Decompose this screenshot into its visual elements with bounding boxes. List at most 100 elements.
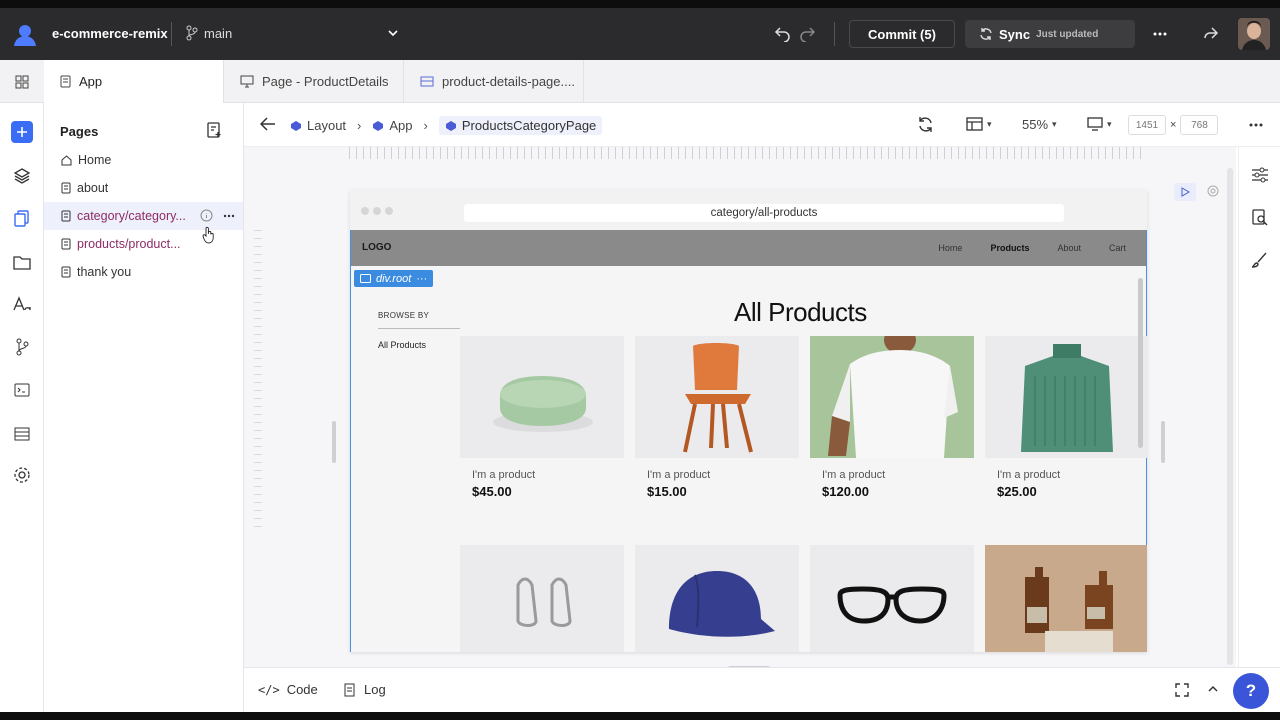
product-image[interactable] <box>985 336 1147 458</box>
site-logo[interactable]: LOGO <box>362 242 391 253</box>
url-bar[interactable]: category/all-products <box>464 204 1064 222</box>
page-heading: All Products <box>734 297 867 327</box>
canvas-header: Layout › App › ProductsCategoryPage ▾ 55… <box>244 103 1280 147</box>
inspect-icon[interactable] <box>1251 209 1269 227</box>
nav-link-about[interactable]: About <box>1057 243 1081 253</box>
typography-icon[interactable] <box>11 293 33 315</box>
branch-icon <box>186 25 198 41</box>
preview-scrollbar[interactable] <box>1138 278 1143 448</box>
redo-icon[interactable] <box>798 24 816 42</box>
nav-link-cart[interactable]: Cart <box>1109 243 1126 253</box>
more-options-icon[interactable] <box>1248 119 1264 131</box>
zoom-dropdown[interactable]: 55% ▾ <box>1022 117 1057 132</box>
resize-handle-left[interactable] <box>332 421 336 463</box>
site-body[interactable]: BROWSE BY All Products All Products I'm … <box>351 266 1147 652</box>
product-image[interactable] <box>810 336 974 458</box>
sync-icon <box>979 27 993 41</box>
share-icon[interactable] <box>1202 24 1220 42</box>
selected-element-tag[interactable]: div.root ··· <box>354 270 434 287</box>
fullscreen-icon[interactable] <box>1175 683 1189 697</box>
chevron-down-icon[interactable] <box>386 26 400 40</box>
grid-icon[interactable] <box>0 60 44 103</box>
page-icon <box>61 210 71 222</box>
product-card[interactable]: I'm a product $120.00 <box>810 336 974 499</box>
product-card[interactable] <box>635 545 799 652</box>
settings-icon[interactable] <box>11 464 33 486</box>
product-card[interactable]: I'm a product $15.00 <box>635 336 799 499</box>
tab-app[interactable]: App <box>44 60 224 103</box>
divider <box>171 22 172 46</box>
page-item-thank-you[interactable]: thank you <box>44 258 243 286</box>
folder-icon[interactable] <box>11 251 33 273</box>
width-input[interactable]: 1451 <box>1128 115 1166 135</box>
element-icon <box>360 274 371 283</box>
tab-label: Page - ProductDetails <box>262 74 389 89</box>
canvas-scrollbar[interactable] <box>1227 168 1233 665</box>
eye-icon[interactable] <box>1204 183 1222 201</box>
product-card[interactable] <box>460 545 624 652</box>
layers-icon[interactable] <box>11 165 33 187</box>
page-item-home[interactable]: Home <box>44 146 243 174</box>
page-item-about[interactable]: about <box>44 174 243 202</box>
product-image[interactable] <box>810 545 974 652</box>
terminal-icon[interactable] <box>11 379 33 401</box>
breadcrumb-item[interactable]: App <box>389 118 412 133</box>
zoom-value: 55% <box>1022 117 1049 132</box>
design-canvas[interactable]: category/all-products BROWSE BY All Prod… <box>244 147 1236 670</box>
chevron-up-icon[interactable] <box>1207 684 1219 694</box>
nav-link-products[interactable]: Products <box>990 243 1029 253</box>
product-price: $15.00 <box>647 484 687 499</box>
project-name[interactable]: e-commerce-remix <box>52 26 168 41</box>
right-rail <box>1238 147 1280 667</box>
branch-icon[interactable] <box>11 336 33 358</box>
site-root[interactable]: BROWSE BY All Products All Products I'm … <box>350 230 1147 652</box>
breadcrumb-current[interactable]: ProductsCategoryPage <box>438 116 603 135</box>
brush-icon[interactable] <box>1251 251 1269 269</box>
category-link[interactable]: All Products <box>378 340 426 350</box>
product-card[interactable] <box>985 545 1147 652</box>
log-button[interactable]: Log <box>344 682 386 697</box>
tab-page-productdetails[interactable]: Page - ProductDetails <box>224 60 404 103</box>
height-input[interactable]: 768 <box>1180 115 1219 135</box>
product-card[interactable] <box>810 545 974 652</box>
more-options-icon[interactable] <box>223 214 235 218</box>
vertical-ruler <box>254 227 262 527</box>
file-icon <box>60 75 71 88</box>
layout-dropdown[interactable]: ▾ <box>966 117 992 131</box>
tab-product-details-page[interactable]: product-details-page.... <box>404 60 584 103</box>
info-icon[interactable] <box>200 209 213 222</box>
more-options-icon[interactable] <box>1152 26 1168 42</box>
page-preview[interactable]: category/all-products BROWSE BY All Prod… <box>350 190 1147 652</box>
resize-handle-right[interactable] <box>1161 421 1165 463</box>
product-image[interactable] <box>460 545 624 652</box>
user-avatar[interactable] <box>1238 18 1270 50</box>
product-card[interactable]: I'm a product $25.00 <box>985 336 1147 499</box>
help-button[interactable]: ? <box>1233 673 1269 709</box>
sync-button[interactable]: Sync Just updated <box>965 20 1135 48</box>
app-logo-icon[interactable] <box>12 22 38 48</box>
add-page-icon[interactable] <box>206 122 222 138</box>
branch-name: main <box>204 25 233 41</box>
product-card[interactable]: I'm a product $45.00 <box>460 336 624 499</box>
play-icon[interactable] <box>1174 183 1196 201</box>
component-icon <box>372 120 384 132</box>
undo-icon[interactable] <box>774 24 792 42</box>
code-button[interactable]: </> Code <box>258 682 318 697</box>
device-dropdown[interactable]: ▾ <box>1087 117 1112 131</box>
product-image[interactable] <box>635 336 799 458</box>
commit-button[interactable]: Commit (5) <box>849 20 955 48</box>
branch-selector[interactable]: main <box>186 25 232 41</box>
table-icon[interactable] <box>11 423 33 445</box>
nav-link-home[interactable]: Home <box>938 243 962 253</box>
product-image[interactable] <box>460 336 624 458</box>
more-options-icon[interactable]: ··· <box>416 273 427 285</box>
add-icon[interactable] <box>11 121 33 143</box>
properties-icon[interactable] <box>1251 167 1269 183</box>
refresh-icon[interactable] <box>917 116 934 133</box>
breadcrumb-item[interactable]: Layout <box>307 118 346 133</box>
product-image[interactable] <box>985 545 1147 652</box>
pages-icon[interactable] <box>11 207 33 229</box>
component-icon <box>445 120 457 132</box>
back-arrow-icon[interactable] <box>260 117 276 131</box>
product-image[interactable] <box>635 545 799 652</box>
